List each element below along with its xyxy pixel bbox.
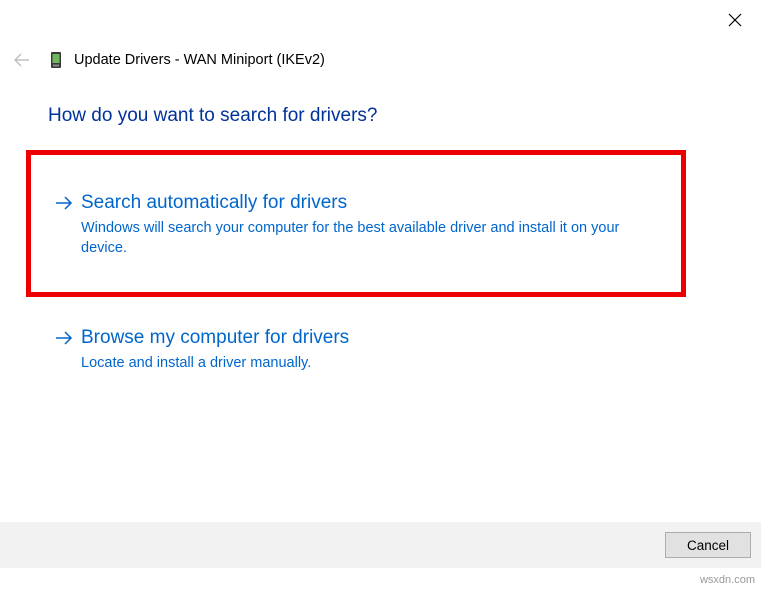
cancel-button[interactable]: Cancel xyxy=(665,532,751,558)
option-search-automatically[interactable]: Search automatically for drivers Windows… xyxy=(55,183,669,270)
device-icon xyxy=(50,51,62,69)
close-button[interactable] xyxy=(725,10,745,30)
option-auto-desc: Windows will search your computer for th… xyxy=(81,218,641,259)
wizard-header: Update Drivers - WAN Miniport (IKEv2) xyxy=(10,48,325,72)
wizard-title: Update Drivers - WAN Miniport (IKEv2) xyxy=(74,52,325,68)
watermark: wsxdn.com xyxy=(700,574,755,586)
option-auto-title: Search automatically for drivers xyxy=(81,191,669,216)
option-browse-computer[interactable]: Browse my computer for drivers Locate an… xyxy=(55,318,669,385)
option-browse-title: Browse my computer for drivers xyxy=(81,326,669,351)
footer: Cancel xyxy=(0,522,761,568)
arrow-right-icon xyxy=(55,196,73,214)
arrow-right-icon xyxy=(55,331,73,349)
page-heading: How do you want to search for drivers? xyxy=(48,105,378,127)
arrow-left-icon xyxy=(14,53,30,67)
option-browse-desc: Locate and install a driver manually. xyxy=(81,353,641,373)
back-button xyxy=(10,48,34,72)
close-icon xyxy=(728,13,742,27)
